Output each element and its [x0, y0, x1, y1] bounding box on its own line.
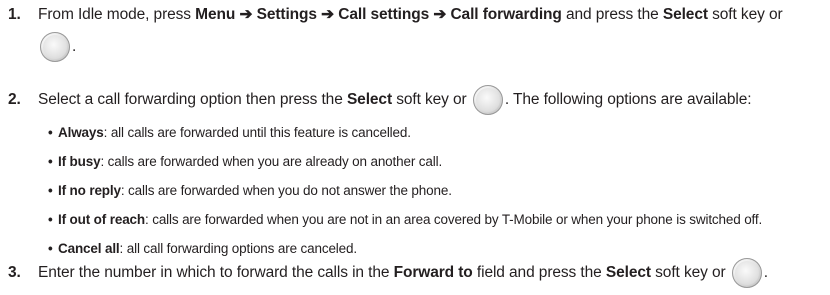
list-item: • If no reply: calls are forwarded when y… — [48, 182, 452, 200]
menu-path-item: Call settings — [338, 6, 430, 23]
list-item: • Always: all calls are forwarded until t… — [48, 124, 411, 142]
step-number: 3. — [8, 264, 21, 281]
step-number: 1. — [8, 6, 21, 23]
bullet-icon: • — [48, 125, 53, 140]
step-text: . The following options are available: — [504, 91, 752, 108]
field-name: Forward to — [393, 264, 473, 281]
menu-path-item: Call forwarding — [450, 6, 562, 23]
option-term: Cancel all — [58, 241, 120, 256]
step-text: . — [763, 264, 768, 281]
navigation-key-icon — [472, 84, 503, 115]
step-1: 1. From Idle mode, press Menu ➔ Settings… — [0, 4, 830, 63]
step-text: Enter the number in which to forward the… — [38, 264, 394, 281]
arrow-icon: ➔ — [239, 6, 253, 23]
key-name: Select — [605, 264, 651, 281]
arrow-icon: ➔ — [433, 6, 447, 23]
step-number: 2. — [8, 91, 21, 108]
option-description: : calls are forwarded when you are alrea… — [100, 154, 443, 169]
step-text: and press the — [561, 6, 663, 23]
list-item: • If busy: calls are forwarded when you a… — [48, 153, 442, 171]
navigation-key-icon — [40, 31, 70, 62]
option-term: Always — [58, 125, 104, 140]
step-text: From Idle mode, press — [38, 6, 196, 23]
key-name: Select — [346, 91, 393, 108]
list-item: • If out of reach: calls are forwarded wh… — [48, 211, 762, 229]
arrow-icon: ➔ — [321, 6, 335, 23]
navigation-key-icon — [731, 257, 762, 288]
bullet-icon: • — [48, 212, 53, 227]
menu-path-item: Menu — [195, 6, 236, 23]
bullet-icon: • — [48, 154, 53, 169]
step-text: soft key or — [392, 91, 471, 108]
option-term: If no reply — [58, 183, 121, 198]
option-description: : calls are forwarded when you do not an… — [120, 183, 452, 198]
key-name: Select — [662, 6, 708, 23]
option-description: : all calls are forwarded until this fea… — [103, 125, 411, 140]
option-description: : all call forwarding options are cancel… — [119, 241, 358, 256]
step-2: 2. Select a call forwarding option then … — [0, 84, 830, 115]
menu-path-item: Settings — [256, 6, 317, 23]
bullet-icon: • — [48, 183, 53, 198]
step-3: 3. Enter the number in which to forward … — [0, 257, 830, 288]
list-item: • Cancel all: all call forwarding options… — [48, 240, 357, 258]
option-term: If out of reach — [58, 212, 146, 227]
step-text: field and press the — [472, 264, 606, 281]
bullet-icon: • — [48, 241, 53, 256]
step-text: Select a call forwarding option then pre… — [38, 91, 347, 108]
option-description: : calls are forwarded when you are not i… — [145, 212, 763, 227]
step-text: . — [72, 38, 77, 55]
option-term: If busy — [58, 154, 101, 169]
step-text: soft key or — [650, 264, 730, 281]
step-text: soft key or — [707, 6, 783, 23]
